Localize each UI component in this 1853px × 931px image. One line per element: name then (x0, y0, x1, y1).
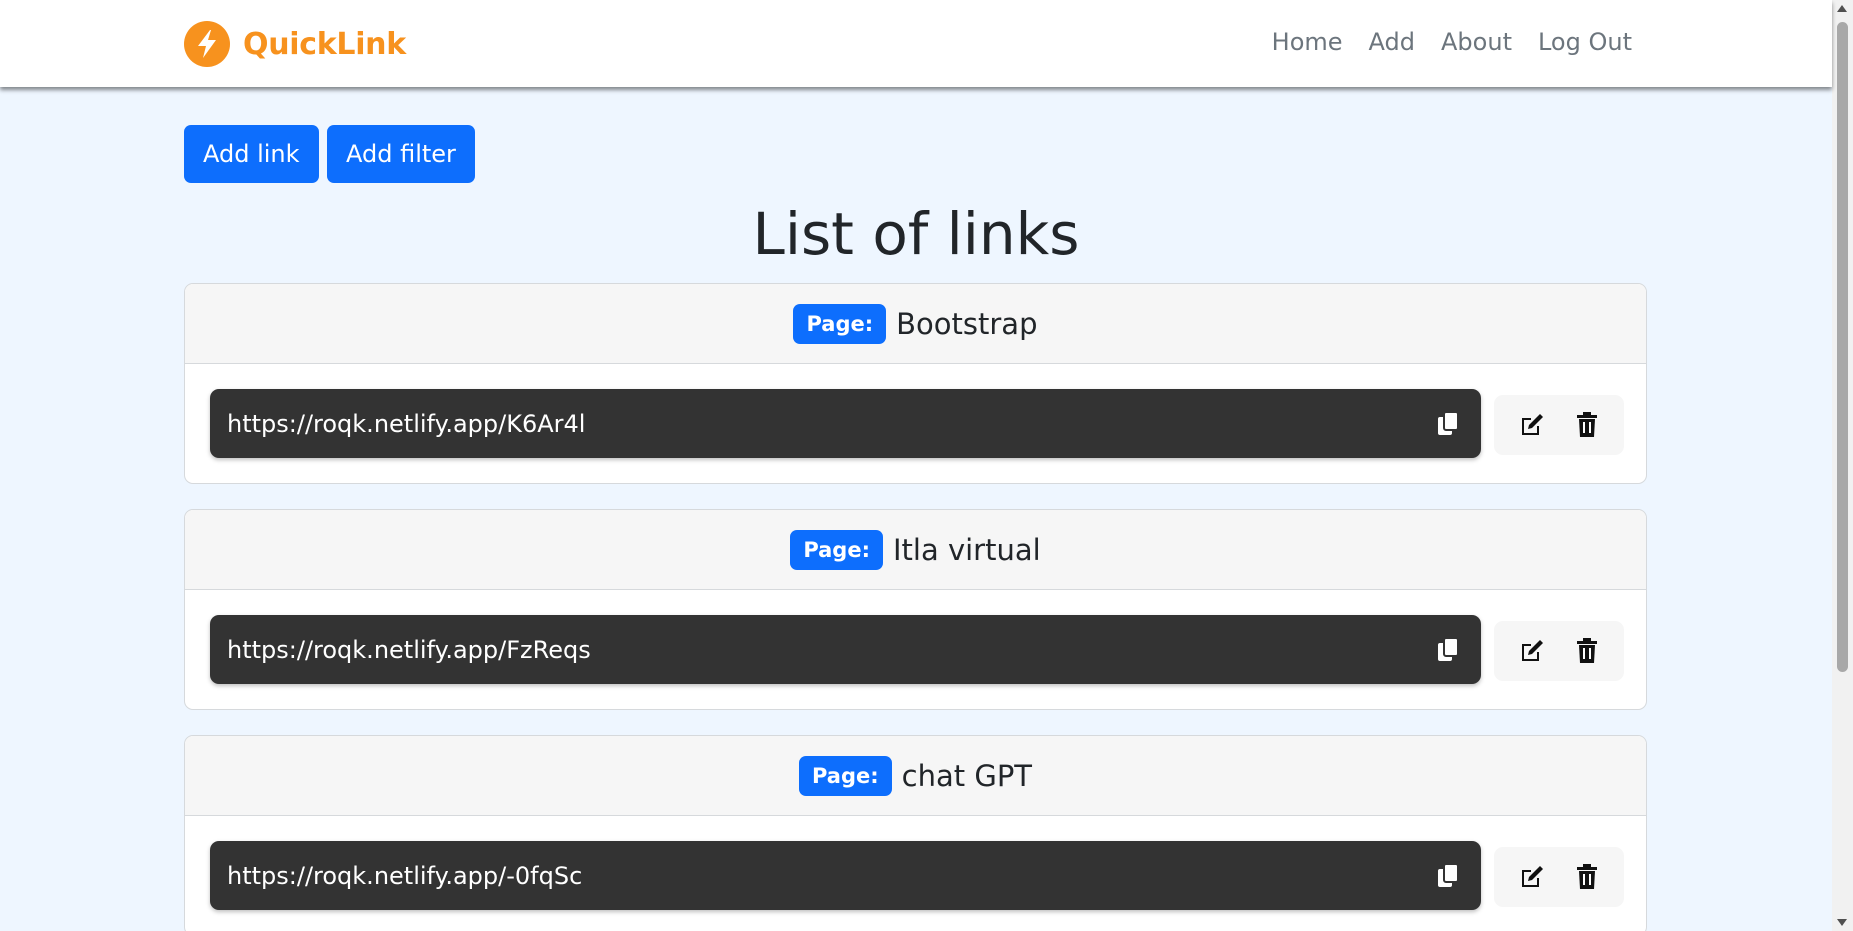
short-link[interactable]: https://roqk.netlify.app/K6Ar4l (210, 389, 1481, 458)
trash-icon[interactable] (1572, 862, 1602, 892)
short-link-url: https://roqk.netlify.app/K6Ar4l (227, 409, 586, 438)
nav-home[interactable]: Home (1272, 28, 1343, 56)
short-link-url: https://roqk.netlify.app/-0fqSc (227, 861, 583, 890)
trash-icon[interactable] (1572, 410, 1602, 440)
link-card: Page: Bootstrap https://roqk.netlify.app… (184, 283, 1647, 484)
page-name: Bootstrap (896, 306, 1038, 341)
top-navbar: QuickLink Home Add About Log Out (0, 0, 1832, 87)
nav-links: Home Add About Log Out (1272, 28, 1632, 56)
edit-icon[interactable] (1517, 636, 1547, 666)
trash-icon[interactable] (1572, 636, 1602, 666)
short-link[interactable]: https://roqk.netlify.app/FzReqs (210, 615, 1481, 684)
add-filter-button[interactable]: Add filter (327, 125, 475, 183)
brand[interactable]: QuickLink (184, 21, 406, 67)
edit-icon[interactable] (1517, 862, 1547, 892)
page-name: chat GPT (901, 758, 1033, 793)
nav-add[interactable]: Add (1369, 28, 1415, 56)
nav-log-out[interactable]: Log Out (1538, 28, 1632, 56)
copy-icon[interactable] (1437, 863, 1461, 889)
page-name: Itla virtual (892, 532, 1041, 567)
scroll-thumb[interactable] (1837, 22, 1848, 672)
brand-name: QuickLink (243, 26, 406, 62)
vertical-scrollbar[interactable] (1832, 0, 1853, 931)
card-header: Page: Bootstrap (185, 284, 1646, 364)
card-header: Page: Itla virtual (185, 510, 1646, 590)
copy-icon[interactable] (1437, 411, 1461, 437)
nav-about[interactable]: About (1441, 28, 1512, 56)
page-badge: Page: (790, 529, 883, 570)
copy-icon[interactable] (1437, 637, 1461, 663)
page-badge: Page: (793, 303, 887, 344)
scroll-up-icon[interactable] (1837, 5, 1847, 12)
link-card: Page: chat GPT https://roqk.netlify.app/… (184, 735, 1647, 931)
short-link-url: https://roqk.netlify.app/FzReqs (227, 635, 591, 664)
card-header: Page: chat GPT (185, 736, 1646, 816)
scroll-down-icon[interactable] (1837, 919, 1847, 926)
add-link-button[interactable]: Add link (184, 125, 319, 183)
link-card: Page: Itla virtual https://roqk.netlify.… (184, 509, 1647, 710)
page-badge: Page: (798, 755, 892, 796)
edit-icon[interactable] (1517, 410, 1547, 440)
card-actions (1494, 395, 1624, 455)
card-actions (1494, 621, 1624, 681)
short-link[interactable]: https://roqk.netlify.app/-0fqSc (210, 841, 1481, 910)
lightning-bolt-icon (184, 21, 230, 67)
card-actions (1494, 847, 1624, 907)
page-title: List of links (752, 200, 1080, 268)
